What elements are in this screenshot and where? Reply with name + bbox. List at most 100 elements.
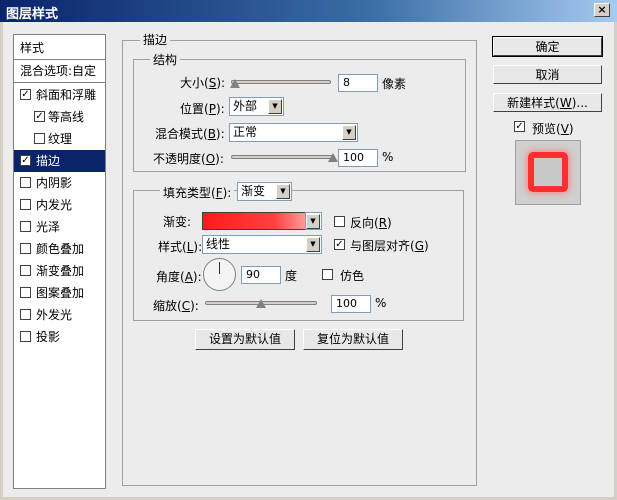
blend-options-label: 混合选项:自定 bbox=[20, 64, 97, 78]
style-item-label: 斜面和浮雕 bbox=[36, 88, 97, 102]
close-icon: × bbox=[597, 3, 607, 16]
ok-button[interactable]: 确定 bbox=[492, 36, 603, 57]
style-item-checkbox[interactable] bbox=[20, 221, 31, 232]
gradient-swatch[interactable] bbox=[202, 212, 306, 230]
preview-swatch bbox=[528, 152, 568, 192]
divider bbox=[14, 82, 105, 83]
style-item[interactable]: 颜色叠加 bbox=[14, 238, 105, 260]
style-item-checkbox[interactable] bbox=[20, 287, 31, 298]
style-list-header[interactable]: 样式 bbox=[14, 37, 105, 59]
angle-unit: 度 bbox=[285, 269, 298, 283]
set-default-button[interactable]: 设置为默认值 bbox=[195, 329, 295, 350]
dither-checkbox[interactable] bbox=[322, 269, 333, 280]
style-item[interactable]: 光泽 bbox=[14, 216, 105, 238]
opacity-slider-thumb[interactable] bbox=[328, 153, 338, 162]
style-label: 样式(L): bbox=[158, 240, 203, 254]
chevron-down-icon: ▼ bbox=[306, 214, 320, 229]
reverse-checkbox[interactable] bbox=[334, 216, 345, 227]
fill-type-select[interactable]: 渐变 ▼ bbox=[237, 182, 292, 201]
reset-default-button[interactable]: 复位为默认值 bbox=[303, 329, 403, 350]
angle-input[interactable]: 90 bbox=[241, 266, 281, 284]
style-item-label: 内发光 bbox=[36, 198, 73, 212]
window-title: 图层样式 bbox=[6, 7, 59, 22]
size-slider-track[interactable] bbox=[231, 80, 331, 84]
title-bar[interactable]: 图层样式 × bbox=[0, 0, 617, 22]
align-layer-label: 与图层对齐(G) bbox=[350, 239, 429, 253]
fill-type-value: 渐变 bbox=[241, 184, 266, 198]
style-item-checkbox[interactable] bbox=[20, 177, 31, 188]
style-item-label: 颜色叠加 bbox=[36, 242, 85, 256]
preview-label: 预览(V) bbox=[532, 122, 574, 136]
style-item-checkbox[interactable]: ✓ bbox=[34, 111, 45, 122]
gradient-picker-dropdown[interactable]: ▼ bbox=[305, 212, 322, 230]
style-item-checkbox[interactable] bbox=[20, 309, 31, 320]
style-item[interactable]: 纹理 bbox=[14, 128, 105, 150]
style-item-label: 投影 bbox=[36, 330, 61, 344]
angle-dial[interactable] bbox=[203, 258, 236, 291]
blend-mode-select[interactable]: 正常 ▼ bbox=[229, 123, 358, 142]
size-unit: 像素 bbox=[382, 77, 407, 91]
scale-unit: % bbox=[375, 296, 387, 310]
style-item-label: 外发光 bbox=[36, 308, 73, 322]
blend-mode-value: 正常 bbox=[233, 125, 258, 139]
size-label: 大小(S): bbox=[180, 76, 226, 90]
style-item-label: 光泽 bbox=[36, 220, 61, 234]
style-item-checkbox[interactable] bbox=[20, 331, 31, 342]
gradient-style-select[interactable]: 线性 ▼ bbox=[202, 235, 322, 254]
blend-options-item[interactable]: 混合选项:自定 bbox=[14, 60, 105, 82]
position-value: 外部 bbox=[233, 99, 258, 113]
style-item[interactable]: ✓ 等高线 bbox=[14, 106, 105, 128]
style-preview bbox=[515, 140, 581, 205]
fill-type-label: 填充类型(F): bbox=[160, 184, 235, 201]
style-item[interactable]: 内阴影 bbox=[14, 172, 105, 194]
style-item-label: 图案叠加 bbox=[36, 286, 85, 300]
preview-checkbox[interactable]: ✓ bbox=[514, 121, 525, 132]
style-item-checkbox[interactable]: ✓ bbox=[20, 89, 31, 100]
align-layer-checkbox[interactable]: ✓ bbox=[334, 239, 345, 250]
gradient-style-value: 线性 bbox=[206, 237, 231, 251]
style-item[interactable]: 投影 bbox=[14, 326, 105, 348]
style-item-label: 纹理 bbox=[48, 132, 73, 146]
size-slider-thumb[interactable] bbox=[230, 79, 240, 88]
style-item[interactable]: 内发光 bbox=[14, 194, 105, 216]
scale-label: 缩放(C): bbox=[153, 299, 199, 313]
style-item[interactable]: 外发光 bbox=[14, 304, 105, 326]
chevron-down-icon: ▼ bbox=[276, 184, 290, 199]
style-item-label: 渐变叠加 bbox=[36, 264, 85, 278]
blend-mode-label: 混合模式(B): bbox=[155, 127, 225, 141]
size-input[interactable]: 8 bbox=[338, 74, 378, 92]
style-item-checkbox[interactable]: ✓ bbox=[20, 155, 31, 166]
chevron-down-icon: ▼ bbox=[342, 125, 356, 140]
style-list-header-label: 样式 bbox=[20, 41, 45, 55]
position-select[interactable]: 外部 ▼ bbox=[229, 97, 284, 116]
style-item-checkbox[interactable] bbox=[20, 265, 31, 276]
angle-label: 角度(A): bbox=[156, 270, 202, 284]
style-item[interactable]: 渐变叠加 bbox=[14, 260, 105, 282]
style-item[interactable]: 图案叠加 bbox=[14, 282, 105, 304]
cancel-button[interactable]: 取消 bbox=[493, 65, 602, 84]
dither-label: 仿色 bbox=[340, 269, 365, 283]
style-item-label: 内阴影 bbox=[36, 176, 73, 190]
style-item-checkbox[interactable] bbox=[20, 199, 31, 210]
style-item-checkbox[interactable] bbox=[34, 133, 45, 144]
new-style-button[interactable]: 新建样式(W)... bbox=[493, 93, 602, 112]
style-item[interactable]: ✓ 描边 bbox=[14, 150, 105, 172]
opacity-input[interactable]: 100 bbox=[338, 149, 378, 167]
style-item[interactable]: ✓ 斜面和浮雕 bbox=[14, 84, 105, 106]
style-item-label: 等高线 bbox=[48, 110, 85, 124]
style-item-checkbox[interactable] bbox=[20, 243, 31, 254]
structure-group-title: 结构 bbox=[150, 51, 181, 68]
position-label: 位置(P): bbox=[180, 102, 225, 116]
close-button[interactable]: × bbox=[594, 3, 610, 17]
reverse-label: 反向(R) bbox=[350, 216, 392, 230]
chevron-down-icon: ▼ bbox=[268, 99, 282, 114]
gradient-label: 渐变: bbox=[163, 215, 192, 229]
style-item-label: 描边 bbox=[36, 154, 61, 168]
scale-slider-thumb[interactable] bbox=[256, 299, 266, 308]
opacity-label: 不透明度(O): bbox=[153, 152, 224, 166]
scale-input[interactable]: 100 bbox=[331, 295, 371, 313]
stroke-panel-title: 描边 bbox=[140, 31, 171, 48]
style-list: 样式 混合选项:自定 ✓ 斜面和浮雕 ✓ 等高线 纹理 ✓ 描边 内阴影 内发光 光泽 颜色叠加 渐变… bbox=[13, 34, 106, 489]
angle-dial-needle bbox=[219, 262, 220, 274]
opacity-slider-track[interactable] bbox=[231, 155, 333, 159]
